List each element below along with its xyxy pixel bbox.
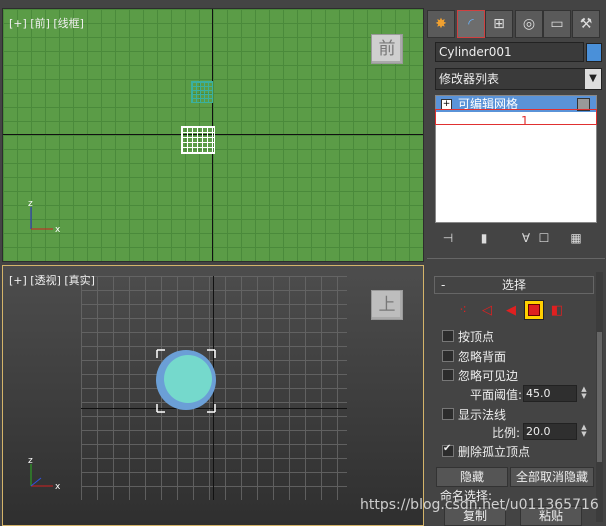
viewport-label[interactable]: [+] [透视] [真实] [9, 272, 95, 288]
cylinder-object[interactable] [153, 348, 219, 414]
display-tab[interactable]: ▭ [543, 10, 571, 38]
planar-threshold-value: 45.0 [526, 387, 551, 400]
ignore-backface-label: 忽略背面 [458, 350, 507, 364]
cylinder-wireframe-ghost [191, 81, 213, 103]
unhide-all-button[interactable]: 全部取消隐藏 [510, 467, 594, 487]
pin-stack-icon[interactable]: ⊣ [439, 229, 457, 247]
modify-tab[interactable]: ◜ [457, 10, 485, 38]
axis-tripod-icon: z x [28, 456, 61, 492]
viewport-label[interactable]: [+] [前] [线框] [9, 15, 84, 31]
scale-label: 比例: [492, 426, 521, 440]
modifier-list-label: 修改器列表 [439, 72, 500, 86]
ignore-visible-edges-label: 忽略可见边 [458, 369, 519, 383]
object-color-swatch[interactable] [586, 43, 602, 62]
monitor-icon: ▭ [550, 16, 564, 32]
annotation-box [435, 109, 597, 125]
planar-threshold-spinner[interactable]: 45.0 ▲ ▼ [523, 385, 587, 402]
divider [427, 258, 605, 259]
scrollbar-thumb[interactable] [597, 332, 602, 462]
create-tab[interactable]: ✸ [427, 10, 455, 38]
delete-isolated-checkbox[interactable] [442, 443, 454, 457]
axis-x-label: x [55, 225, 61, 235]
rollout-header[interactable]: - 选择 [434, 276, 594, 294]
selection-rollout: - 选择 ⁖ ◁ ◀ ◧ 按顶点 忽略背面 忽略可见边 平面阈值: 45.0 ▲… [430, 272, 594, 526]
ignore-backface-checkbox[interactable] [442, 350, 454, 362]
by-vertex-label: 按顶点 [458, 330, 495, 344]
collapse-icon: - [441, 278, 446, 292]
panel-scrollbar[interactable] [596, 272, 603, 522]
perspective-viewport[interactable]: [+] [透视] [真实] 上 z x [2, 265, 424, 526]
hierarchy-icon: ⊞ [493, 16, 505, 32]
by-vertex-checkbox[interactable] [442, 330, 454, 342]
axis-x-label: x [55, 482, 61, 492]
utilities-tab[interactable]: ⚒ [572, 10, 600, 38]
hammer-icon: ⚒ [579, 16, 593, 32]
element-mode-icon[interactable]: ◧ [548, 302, 566, 320]
viewcube[interactable]: 上 [371, 290, 403, 320]
face-mode-icon[interactable]: ◀ [502, 302, 520, 320]
modifier-list-dropdown[interactable]: 修改器列表 ▼ [435, 68, 602, 90]
remove-modifier-icon[interactable]: ☐ [535, 229, 553, 247]
watermark-text: https://blog.csdn.net/u011365716 [360, 497, 599, 513]
object-name-input[interactable]: Cylinder001 [435, 42, 584, 62]
vertex-mode-icon[interactable]: ⁖ [454, 302, 472, 320]
show-end-result-icon[interactable]: ▮ [475, 229, 493, 247]
delete-isolated-label: 删除孤立顶点 [458, 445, 531, 459]
annotation-number: 1 [521, 114, 529, 128]
sun-icon: ✸ [435, 16, 447, 32]
configure-sets-icon[interactable]: ▦ [567, 229, 585, 247]
show-normals-checkbox[interactable] [442, 408, 454, 420]
spinner-arrows-icon[interactable]: ▲ ▼ [578, 386, 590, 401]
front-viewport[interactable]: [+] [前] [线框] 前 z x [2, 8, 424, 262]
motion-icon: ◎ [522, 16, 536, 32]
viewcube[interactable]: 前 [371, 34, 403, 64]
motion-tab[interactable]: ◎ [515, 10, 543, 38]
spinner-arrows-icon[interactable]: ▲ ▼ [578, 424, 590, 439]
edge-mode-icon[interactable]: ◁ [478, 302, 496, 320]
axis-z-label: z [28, 199, 33, 209]
hierarchy-tab[interactable]: ⊞ [485, 10, 513, 38]
scale-value: 20.0 [526, 425, 551, 438]
show-normals-label: 显示法线 [458, 408, 507, 422]
planar-threshold-label: 平面阈值: [470, 388, 523, 402]
make-unique-icon[interactable]: ∀ [517, 229, 535, 247]
cylinder-wireframe-selected[interactable] [181, 126, 215, 154]
scale-spinner[interactable]: 20.0 ▲ ▼ [523, 423, 587, 440]
axis-z-label: z [28, 456, 33, 466]
chevron-down-icon: ▼ [585, 69, 601, 89]
hide-button[interactable]: 隐藏 [436, 467, 508, 487]
polygon-mode-icon[interactable] [524, 300, 544, 320]
ignore-visible-edges-checkbox[interactable] [442, 369, 454, 381]
rollout-title: 选择 [501, 278, 526, 292]
curve-icon: ◜ [468, 16, 474, 32]
axis-tripod-icon: z x [28, 199, 61, 235]
